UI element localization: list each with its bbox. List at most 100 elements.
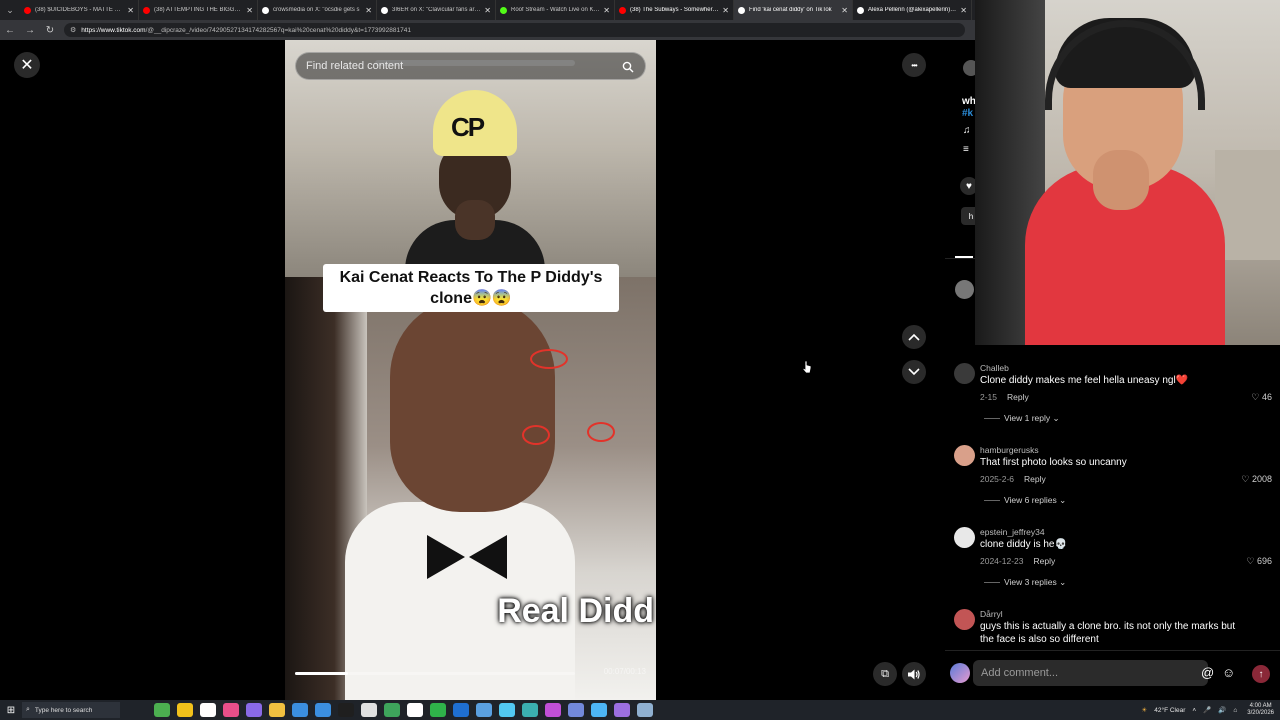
list-icon: ≡ [963,144,969,155]
mention-icon[interactable]: @ [1201,665,1214,680]
comment-likes[interactable]: ♡ 696 [1246,556,1272,567]
taskbar-app-icon[interactable] [199,703,216,717]
avatar[interactable] [954,609,975,630]
face-photo [390,297,555,512]
next-video-button[interactable] [902,360,926,384]
heart-outline-icon: ♡ [1246,556,1255,566]
taskbar-app-icon[interactable] [636,703,653,717]
avatar[interactable] [954,363,975,384]
browser-tab[interactable]: (38) The Subways - Somewhere (C ✕ [615,0,734,20]
taskbar-search[interactable]: ⌕ Type here to search [22,702,120,718]
microphone-icon[interactable]: 🎤 [1203,706,1211,714]
tab-close-icon[interactable]: ✕ [603,6,610,15]
avatar[interactable] [954,527,975,548]
search-icon[interactable] [617,56,639,78]
browser-tab[interactable]: Roof Stream - Watch Live on Kick ✕ [496,0,615,20]
site-info-icon[interactable]: ⚙ [70,26,76,34]
taskbar-search-placeholder: Type here to search [34,706,93,714]
comment-username[interactable]: Dårryl [980,609,1003,619]
browser-tab[interactable]: 3I6ER on X: "Clavicular fans are S ✕ [377,0,496,20]
search-icon: ⌕ [26,706,30,713]
reply-button[interactable]: Reply [1033,556,1055,566]
taskbar-clock[interactable]: 4:00 AM 3/20/2026 [1247,703,1274,718]
comment-username[interactable]: hamburgerusks [980,445,1039,455]
browser-tab-active[interactable]: Find 'kai cenat diddy' on TikTok ✕ [734,0,853,20]
comment-likes[interactable]: ♡ 2008 [1241,474,1272,485]
add-comment-input[interactable]: Add comment... [973,660,1208,686]
view-replies-button[interactable]: View 3 replies ⌄ [984,577,1066,588]
taskbar-app-icon[interactable] [590,703,607,717]
taskbar-app-icon[interactable] [360,703,377,717]
view-replies-button[interactable]: View 1 reply ⌄ [984,413,1060,424]
reload-icon[interactable]: ↻ [40,20,60,40]
weather-text[interactable]: 42°F Clear [1154,707,1185,714]
taskbar-app-icon[interactable] [314,703,331,717]
browser-tab[interactable]: Alexa Pellerin (@alexapellerin) | Ti ✕ [853,0,972,20]
browser-tab[interactable]: (38) $UICIDEBOYS - MATTE BLACK✕ [20,0,139,20]
taskbar-app-icon[interactable] [406,703,423,717]
taskbar-app-icon[interactable] [475,703,492,717]
taskbar-app-icon[interactable] [613,703,630,717]
taskbar-app-icon[interactable] [544,703,561,717]
send-comment-button[interactable]: ↑ [1252,665,1270,683]
taskbar-app-icon[interactable] [429,703,446,717]
volume-icon [908,669,920,679]
video-caption: Kai Cenat Reacts To The P Diddy's clone😨… [323,264,619,312]
video-progress-bar[interactable] [295,672,575,675]
windows-start-icon[interactable]: ⊞ [0,700,22,720]
previous-video-button[interactable] [902,325,926,349]
browser-tab[interactable]: (38) ATTEMPTING THE BIGGEST B ✕ [139,0,258,20]
taskbar-app-icon[interactable] [452,703,469,717]
avatar[interactable] [955,280,974,299]
emoji-icon[interactable]: ☺ [1222,665,1235,680]
taskbar-app-icon[interactable] [521,703,538,717]
back-arrow-icon[interactable]: ← [0,20,20,40]
my-avatar[interactable] [950,663,970,683]
red-circle-mark [587,422,615,442]
close-button[interactable]: ✕ [14,52,40,78]
tab-close-icon[interactable]: ✕ [960,6,967,15]
tab-title: Alexa Pellerin (@alexapellerin) | Ti [868,7,958,13]
comment-date: 2024-12-23 [980,556,1024,566]
reply-button[interactable]: Reply [1007,392,1029,402]
taskbar-app-icon[interactable] [153,703,170,717]
volume-icon[interactable]: 🔊 [1218,706,1226,714]
browser-tab[interactable]: crowsmedia on X: "ocsdie gets s ✕ [258,0,377,20]
taskbar-app-icon[interactable] [245,703,262,717]
taskbar-app-icon[interactable] [567,703,584,717]
taskbar-app-icon[interactable] [498,703,515,717]
taskbar-app-icon[interactable] [291,703,308,717]
video-player[interactable]: CP Kai Cenat Reacts To The P Diddy's clo… [285,40,656,700]
taskbar-app-icon[interactable] [383,703,400,717]
tab-close-icon[interactable]: ✕ [484,6,491,15]
forward-arrow-icon[interactable]: → [20,20,40,40]
taskbar-app-icon[interactable] [268,703,285,717]
volume-button[interactable] [902,662,926,686]
comment-item: Dårryl guys this is actually a clone bro… [954,609,1274,649]
weather-icon[interactable]: ☀ [1141,706,1147,714]
reply-button[interactable]: Reply [1024,474,1046,484]
network-icon[interactable]: ⌂ [1233,707,1237,714]
miniplayer-button[interactable]: ⧉ [873,662,897,686]
tab-close-icon[interactable]: ✕ [127,6,134,15]
find-related-search[interactable]: Find related content [295,52,646,80]
taskbar-app-icon[interactable] [337,703,354,717]
taskbar-app-icon[interactable] [176,703,193,717]
comment-username[interactable]: epstein_jeffrey34 [980,527,1045,537]
comment-likes[interactable]: ♡ 46 [1251,392,1272,403]
view-replies-button[interactable]: View 6 replies ⌄ [984,495,1066,506]
avatar[interactable] [954,445,975,466]
chevron-up-icon[interactable]: ˄ [1192,707,1196,714]
more-options-button[interactable]: ••• [902,53,926,77]
comment-username[interactable]: Challeb [980,363,1009,373]
x-favicon-icon [381,6,388,14]
taskbar-app-icon[interactable] [222,703,239,717]
address-bar[interactable]: ⚙ https://www.tiktok.com/@__dipcraze_/vi… [64,23,965,37]
tab-search-dropdown-icon[interactable]: ⌄ [0,0,20,20]
hashtag-link[interactable]: #k [962,108,973,119]
tab-close-icon[interactable]: ✕ [246,6,253,15]
tab-close-icon[interactable]: ✕ [841,6,848,15]
tab-close-icon[interactable]: ✕ [365,6,372,15]
tab-close-icon[interactable]: ✕ [722,6,729,15]
view-replies-label: View 3 replies [1004,577,1057,587]
